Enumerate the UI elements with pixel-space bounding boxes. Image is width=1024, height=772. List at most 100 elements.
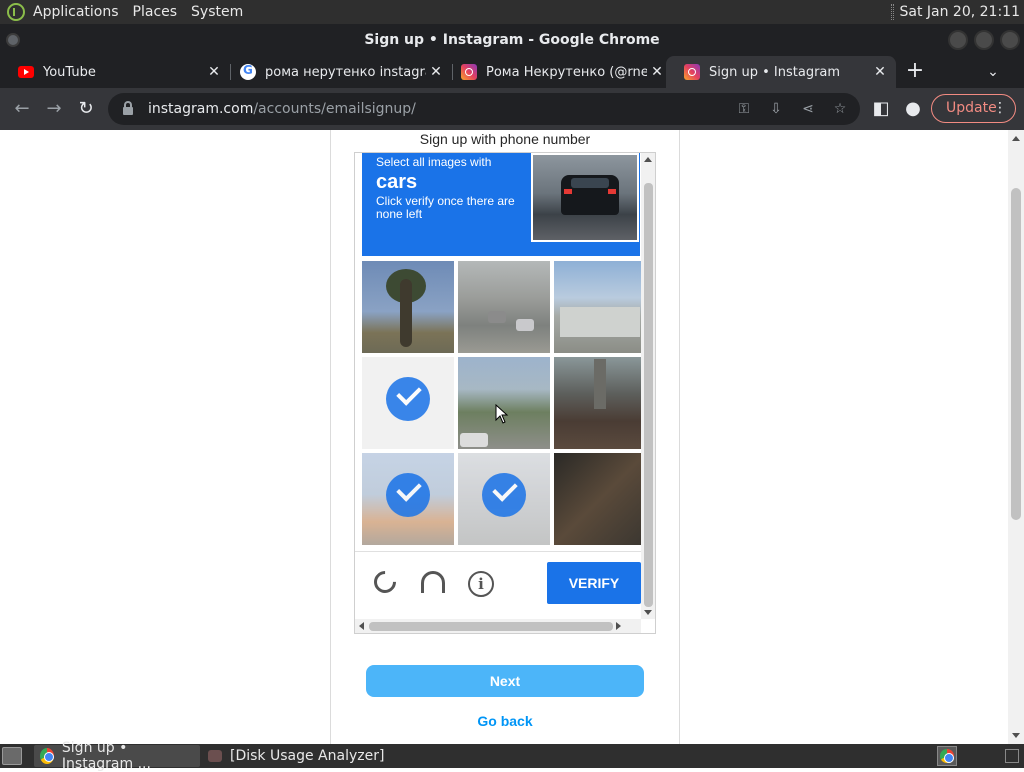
side-panel-icon[interactable]: ◧: [869, 97, 893, 121]
close-tab-icon[interactable]: ✕: [647, 64, 667, 80]
menu-system[interactable]: System: [191, 4, 243, 20]
url-path: /accounts/emailsignup/: [253, 101, 416, 117]
captcha-tile-8[interactable]: [458, 453, 550, 545]
scrollbar-thumb[interactable]: [644, 183, 653, 607]
scroll-down-icon[interactable]: [1012, 733, 1020, 738]
taskbar-item-label: Sign up • Instagram ...: [61, 740, 151, 772]
key-icon[interactable]: ⚿: [732, 97, 756, 121]
road-car: [460, 433, 488, 447]
install-app-icon[interactable]: ⇩: [764, 97, 788, 121]
tab-label: YouTube: [43, 64, 96, 80]
bookmark-star-icon[interactable]: ☆: [828, 97, 852, 121]
car-window: [571, 178, 609, 188]
captcha-footer-divider: [355, 551, 641, 552]
share-icon[interactable]: ⋖: [796, 97, 820, 121]
back-arrow-icon[interactable]: ←: [10, 97, 34, 121]
road-car: [516, 319, 534, 331]
captcha-frame: Select all images with cars Click verify…: [354, 152, 656, 634]
captcha-header: Select all images with cars Click verify…: [362, 153, 640, 256]
car-taillight: [608, 189, 616, 194]
captcha-grid: [362, 261, 646, 545]
captcha-example-image: [531, 153, 639, 242]
address-bar[interactable]: instagram.com/accounts/emailsignup/ ⚿ ⇩ …: [108, 93, 860, 125]
captcha-vertical-scrollbar[interactable]: [641, 153, 655, 619]
tab-youtube[interactable]: YouTube ✕: [0, 56, 230, 88]
google-icon: [240, 63, 256, 80]
go-back-link[interactable]: Go back: [366, 713, 644, 729]
checkmark-icon: [482, 473, 526, 517]
next-button[interactable]: Next: [366, 665, 644, 697]
scroll-down-icon[interactable]: [644, 610, 652, 615]
url-host: instagram.com: [148, 101, 254, 117]
captcha-tile-6[interactable]: [554, 357, 646, 449]
captcha-tile-7[interactable]: [362, 453, 454, 545]
chrome-icon: [40, 748, 54, 764]
close-window-button[interactable]: [1000, 30, 1020, 50]
tab-google-search[interactable]: рома нерутенко instagram ✕: [222, 56, 452, 88]
captcha-instruction: Select all images with: [376, 155, 492, 169]
update-button[interactable]: Update ⋮: [931, 94, 1016, 123]
captcha-target: cars: [376, 171, 418, 193]
window-title-bar: Sign up • Instagram - Google Chrome: [0, 24, 1024, 56]
maximize-button[interactable]: [974, 30, 994, 50]
reload-icon[interactable]: ↻: [74, 97, 98, 121]
captcha-tile-9[interactable]: [554, 453, 646, 545]
close-tab-icon[interactable]: ✕: [870, 64, 890, 80]
page-scrollbar[interactable]: [1008, 130, 1024, 744]
menu-applications[interactable]: Applications: [33, 4, 119, 20]
verify-button[interactable]: VERIFY: [547, 562, 641, 604]
chrome-icon: [940, 749, 954, 763]
system-panel: Applications Places System Sat Jan 20, 2…: [0, 0, 1024, 24]
close-tab-icon[interactable]: ✕: [204, 64, 224, 80]
headphones-icon[interactable]: [421, 571, 445, 593]
scroll-right-icon[interactable]: [616, 622, 621, 630]
window-menu-button[interactable]: [6, 33, 20, 47]
forward-arrow-icon[interactable]: →: [42, 97, 66, 121]
captcha-tile-5[interactable]: [458, 357, 550, 449]
minimize-button[interactable]: [948, 30, 968, 50]
taskbar-item-disk-usage[interactable]: [Disk Usage Analyzer]: [202, 745, 402, 767]
tray-chrome-icon[interactable]: [937, 746, 957, 766]
show-desktop-icon[interactable]: [2, 747, 22, 765]
checkmark-icon: [386, 473, 430, 517]
update-label: Update: [946, 100, 997, 116]
new-tab-button[interactable]: +: [903, 60, 927, 84]
youtube-icon: [18, 66, 34, 78]
captcha-tile-4[interactable]: [362, 357, 454, 449]
workspace-switcher[interactable]: [1005, 749, 1019, 763]
instagram-icon: [684, 64, 700, 80]
scroll-up-icon[interactable]: [644, 157, 652, 162]
window-title: Sign up • Instagram - Google Chrome: [364, 32, 660, 48]
scroll-left-icon[interactable]: [359, 622, 364, 630]
scroll-up-icon[interactable]: [1012, 136, 1020, 141]
road-car: [488, 311, 506, 323]
instagram-icon: [461, 64, 477, 80]
scrollbar-thumb[interactable]: [1011, 188, 1021, 520]
lock-icon[interactable]: [123, 101, 133, 115]
disk-usage-icon: [208, 750, 222, 762]
taskbar-item-label: [Disk Usage Analyzer]: [230, 748, 385, 764]
tab-label: Sign up • Instagram: [709, 64, 841, 80]
distro-logo-icon[interactable]: [7, 3, 25, 21]
taskbar-item-chrome[interactable]: Sign up • Instagram ...: [34, 740, 200, 772]
captcha-tile-1[interactable]: [362, 261, 454, 353]
browser-toolbar: ← → ↻ instagram.com/accounts/emailsignup…: [0, 88, 1024, 130]
scrollbar-thumb[interactable]: [369, 622, 613, 631]
menu-places[interactable]: Places: [133, 4, 178, 20]
captcha-tile-2[interactable]: [458, 261, 550, 353]
tab-instagram-signup[interactable]: Sign up • Instagram ✕: [666, 56, 896, 88]
more-menu-icon[interactable]: ⋮: [993, 95, 1007, 122]
tab-instagram-profile[interactable]: Рома Некрутенко (@rnekr ✕: [443, 56, 673, 88]
reload-challenge-icon[interactable]: [369, 566, 401, 598]
captcha-tile-3[interactable]: [554, 261, 646, 353]
captcha-horizontal-scrollbar[interactable]: [355, 619, 641, 633]
tab-strip: YouTube ✕ рома нерутенко instagram ✕ Ром…: [0, 56, 1024, 88]
captcha-note: Click verify once there are none left: [376, 194, 515, 221]
info-icon[interactable]: i: [468, 571, 494, 597]
clock[interactable]: Sat Jan 20, 21:11: [900, 4, 1021, 20]
car-taillight: [564, 189, 572, 194]
chevron-down-icon[interactable]: ⌄: [983, 60, 1003, 84]
profile-avatar-icon[interactable]: ●: [901, 97, 925, 121]
chimney: [594, 359, 606, 409]
page-heading: Sign up with phone number: [419, 131, 591, 147]
